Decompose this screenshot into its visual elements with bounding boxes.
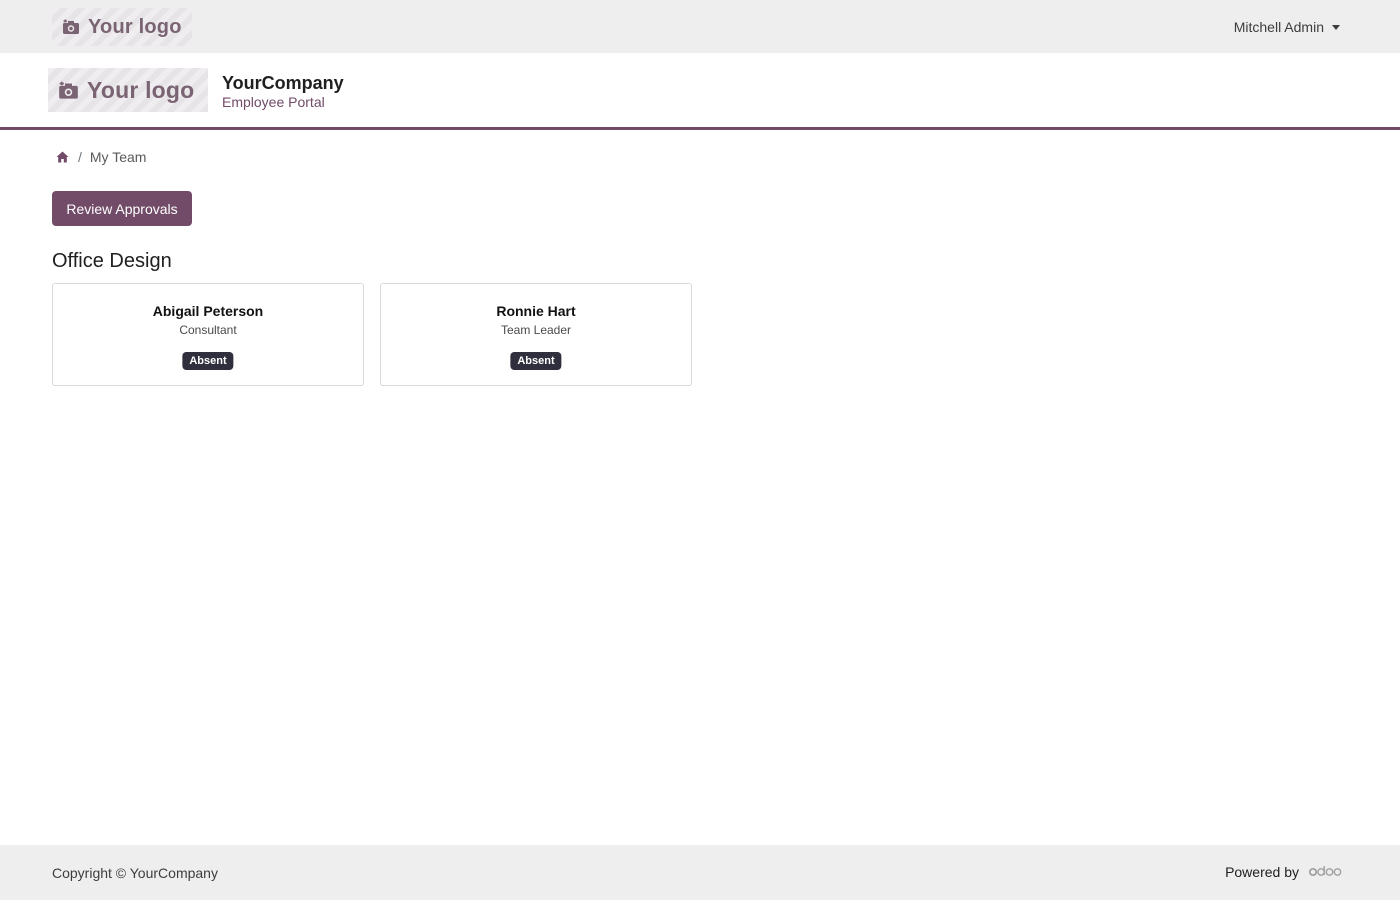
caret-down-icon	[1332, 24, 1340, 30]
department-title: Office Design	[52, 250, 172, 272]
company-logo[interactable]: Your logo	[48, 68, 208, 112]
employee-name: Ronnie Hart	[496, 303, 576, 319]
logo-text: Your logo	[87, 76, 195, 103]
breadcrumb-current: My Team	[89, 149, 147, 165]
portal-subtitle: Employee Portal	[222, 94, 325, 110]
powered-by-text: Powered by	[1225, 864, 1299, 880]
navbar-logo[interactable]: Your logo	[52, 8, 192, 46]
status-badge: Absent	[510, 352, 562, 370]
odoo-logo-icon	[1309, 864, 1342, 880]
footer: Copyright © YourCompany Powered by	[0, 845, 1400, 900]
user-name: Mitchell Admin	[1233, 19, 1324, 35]
employee-card[interactable]: Abigail Peterson Consultant Absent	[52, 283, 364, 386]
copyright-text: Copyright © YourCompany	[52, 865, 218, 881]
camera-icon	[58, 81, 79, 100]
company-name: YourCompany	[222, 73, 344, 93]
employee-card[interactable]: Ronnie Hart Team Leader Absent	[380, 283, 692, 386]
employee-job-title: Consultant	[179, 323, 237, 337]
top-navbar: Your logo Mitchell Admin	[0, 0, 1400, 53]
status-badge: Absent	[182, 352, 234, 370]
breadcrumb-separator: /	[78, 149, 82, 165]
home-icon[interactable]	[56, 151, 69, 163]
camera-icon	[62, 19, 80, 35]
breadcrumb: / My Team	[56, 148, 146, 166]
user-menu-dropdown[interactable]: Mitchell Admin	[1234, 18, 1340, 36]
employee-job-title: Team Leader	[500, 323, 572, 337]
portal-header	[0, 53, 1400, 130]
employee-name: Abigail Peterson	[152, 303, 264, 319]
logo-text: Your logo	[88, 15, 182, 38]
powered-by[interactable]: Powered by	[1225, 864, 1342, 880]
review-approvals-button[interactable]: Review Approvals	[52, 191, 192, 226]
